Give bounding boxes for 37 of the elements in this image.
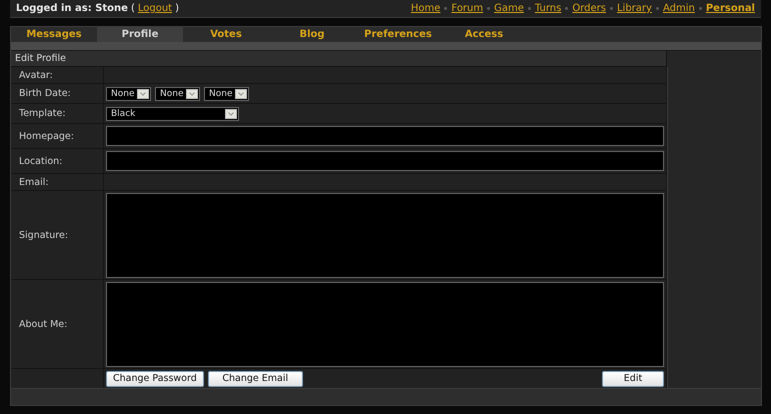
form-button[interactable]: Change Password: [106, 370, 204, 386]
separator-dot: [698, 7, 702, 10]
nav-link[interactable]: Turns: [534, 3, 562, 14]
edit-button[interactable]: Edit: [602, 370, 664, 386]
logout-link[interactable]: Logout: [138, 3, 172, 14]
separator-dot: [610, 7, 613, 10]
dropdown[interactable]: None: [106, 86, 151, 100]
nav-link[interactable]: Home: [410, 3, 440, 14]
dropdown[interactable]: None: [155, 86, 200, 100]
tab[interactable]: Preferences: [355, 27, 441, 42]
nav-link[interactable]: Library: [616, 3, 652, 14]
nav-link[interactable]: Admin: [662, 3, 695, 14]
nav-link[interactable]: Forum: [451, 3, 484, 14]
paren-text: ): [175, 3, 180, 14]
tab[interactable]: Votes: [183, 27, 269, 42]
login-label: Logged in as: Stone: [16, 3, 128, 14]
paren-text: (: [130, 3, 135, 14]
text-area[interactable]: [106, 282, 664, 366]
separator-dot: [656, 7, 659, 10]
separator-dot: [487, 7, 490, 10]
nav-link[interactable]: Personal: [706, 3, 755, 14]
dropdown[interactable]: None: [204, 86, 249, 100]
section-title: Edit Profile: [11, 51, 666, 66]
form-button[interactable]: Change Email: [208, 370, 303, 386]
nav-link[interactable]: Game: [494, 3, 524, 14]
input-field[interactable]: [106, 126, 664, 146]
tab[interactable]: Messages: [11, 27, 97, 42]
separator-dot: [565, 7, 568, 10]
separator-dot: [528, 7, 531, 10]
input-field[interactable]: [106, 151, 664, 171]
tab[interactable]: Blog: [269, 27, 355, 42]
nav-link[interactable]: Orders: [572, 3, 606, 14]
text-area[interactable]: [106, 192, 664, 278]
tab[interactable]: Access: [441, 27, 527, 42]
separator-dot: [444, 7, 448, 10]
tab[interactable]: Profile: [97, 27, 183, 42]
dropdown[interactable]: Black: [106, 106, 239, 120]
